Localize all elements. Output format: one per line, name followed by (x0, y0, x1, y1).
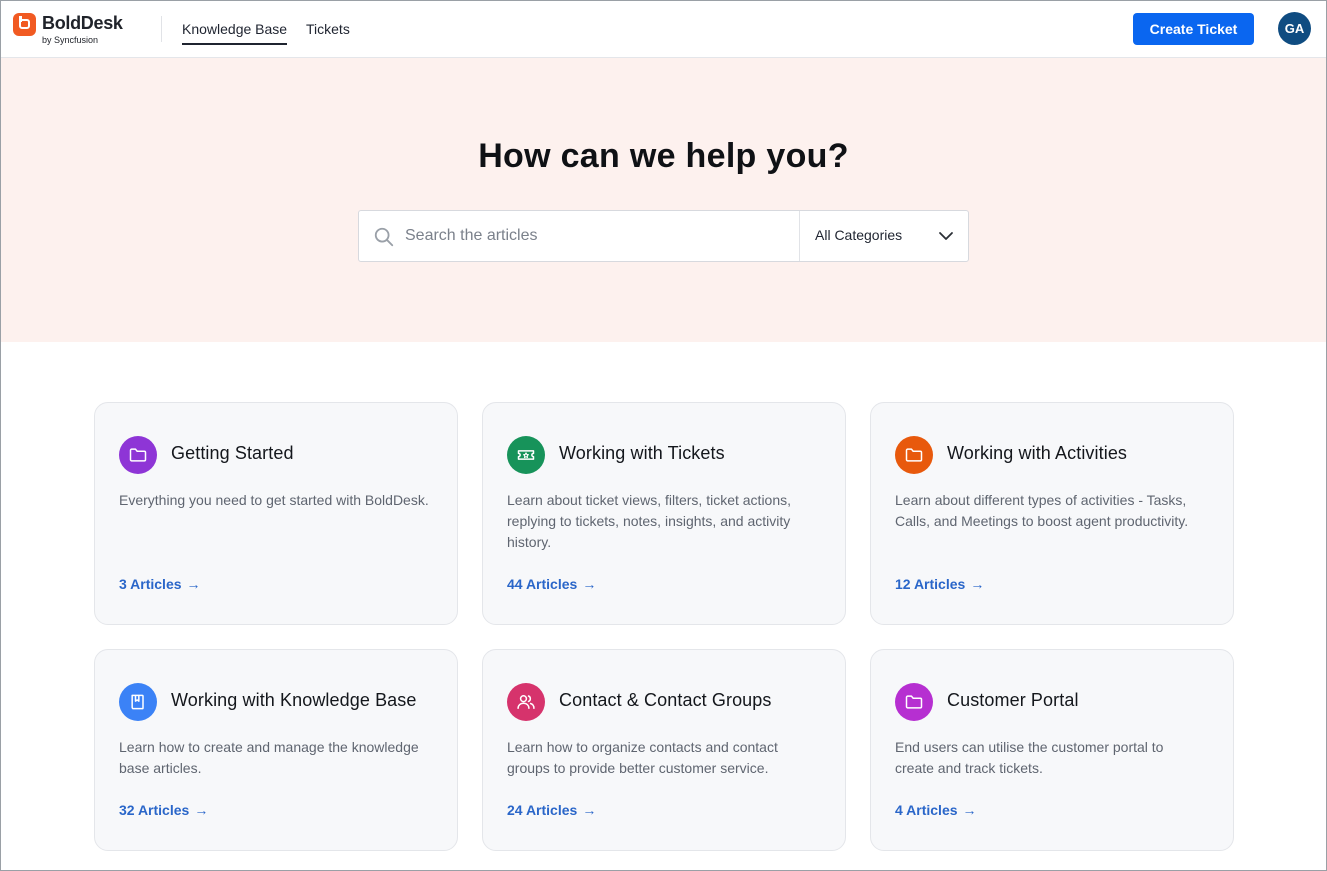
category-card-contact-groups[interactable]: Contact & Contact Groups Learn how to or… (482, 649, 846, 851)
articles-count-label: 44 Articles (507, 576, 578, 592)
arrow-right-icon: → (582, 802, 597, 818)
brand-subtitle: by Syncfusion (42, 35, 99, 45)
articles-count-link[interactable]: 3 Articles → (119, 576, 201, 592)
category-dropdown-label: All Categories (815, 227, 903, 243)
bolddesk-logo-icon (13, 13, 36, 36)
card-description: Learn how to create and manage the knowl… (119, 739, 419, 776)
card-title: Customer Portal (947, 690, 1079, 710)
card-description: Everything you need to get started with … (119, 492, 429, 508)
card-title: Contact & Contact Groups (559, 690, 772, 710)
search-input[interactable] (405, 212, 795, 260)
card-title: Getting Started (171, 443, 294, 463)
articles-count-link[interactable]: 12 Articles → (895, 576, 984, 592)
articles-count-label: 24 Articles (507, 802, 578, 818)
category-card-working-with-activities[interactable]: Working with Activities Learn about diff… (870, 402, 1234, 625)
top-navigation-bar: BoldDesk by Syncfusion Knowledge Base Ti… (0, 0, 1327, 58)
arrow-right-icon: → (582, 576, 597, 592)
card-description: Learn how to organize contacts and conta… (507, 739, 778, 776)
search-icon[interactable] (373, 226, 395, 248)
search-bar: All Categories (358, 210, 969, 262)
category-card-working-with-tickets[interactable]: Working with Tickets Learn about ticket … (482, 402, 846, 625)
articles-count-link[interactable]: 4 Articles → (895, 802, 977, 818)
tab-knowledge-base[interactable]: Knowledge Base (182, 21, 288, 45)
brand-name: BoldDesk (42, 13, 123, 33)
user-avatar[interactable]: GA (1278, 12, 1311, 45)
header-divider (161, 16, 162, 42)
book-icon (119, 683, 157, 721)
card-description: End users can utilise the customer porta… (895, 739, 1164, 776)
create-ticket-button[interactable]: Create Ticket (1133, 13, 1254, 45)
category-card-customer-portal[interactable]: Customer Portal End users can utilise th… (870, 649, 1234, 851)
card-title: Working with Tickets (559, 443, 725, 463)
ticket-icon (507, 436, 545, 474)
arrow-right-icon: → (970, 576, 985, 592)
articles-count-label: 4 Articles (895, 802, 958, 818)
card-title: Working with Knowledge Base (171, 690, 417, 710)
card-title: Working with Activities (947, 443, 1128, 463)
articles-count-link[interactable]: 44 Articles → (507, 576, 596, 592)
page-title: How can we help you? (478, 137, 849, 175)
folder-icon (895, 436, 933, 474)
articles-count-link[interactable]: 32 Articles → (119, 802, 208, 818)
articles-count-label: 3 Articles (119, 576, 182, 592)
card-description: Learn about ticket views, filters, ticke… (507, 492, 792, 550)
articles-count-link[interactable]: 24 Articles → (507, 802, 596, 818)
users-icon (507, 683, 545, 721)
articles-count-label: 32 Articles (119, 802, 190, 818)
arrow-right-icon: → (186, 576, 201, 592)
tab-tickets[interactable]: Tickets (306, 21, 350, 37)
category-card-working-with-knowledge-base[interactable]: Working with Knowledge Base Learn how to… (94, 649, 458, 851)
arrow-right-icon: → (194, 802, 209, 818)
category-card-getting-started[interactable]: Getting Started Everything you need to g… (94, 402, 458, 625)
hero-section: How can we help you? All Categories (0, 58, 1327, 342)
card-description: Learn about different types of activitie… (895, 492, 1189, 529)
arrow-right-icon: → (962, 802, 977, 818)
category-dropdown[interactable]: All Categories (800, 211, 969, 261)
chevron-down-icon (939, 232, 953, 240)
folder-icon (895, 683, 933, 721)
brand-logo[interactable]: BoldDesk by Syncfusion (13, 13, 153, 47)
folder-icon (119, 436, 157, 474)
articles-count-label: 12 Articles (895, 576, 966, 592)
